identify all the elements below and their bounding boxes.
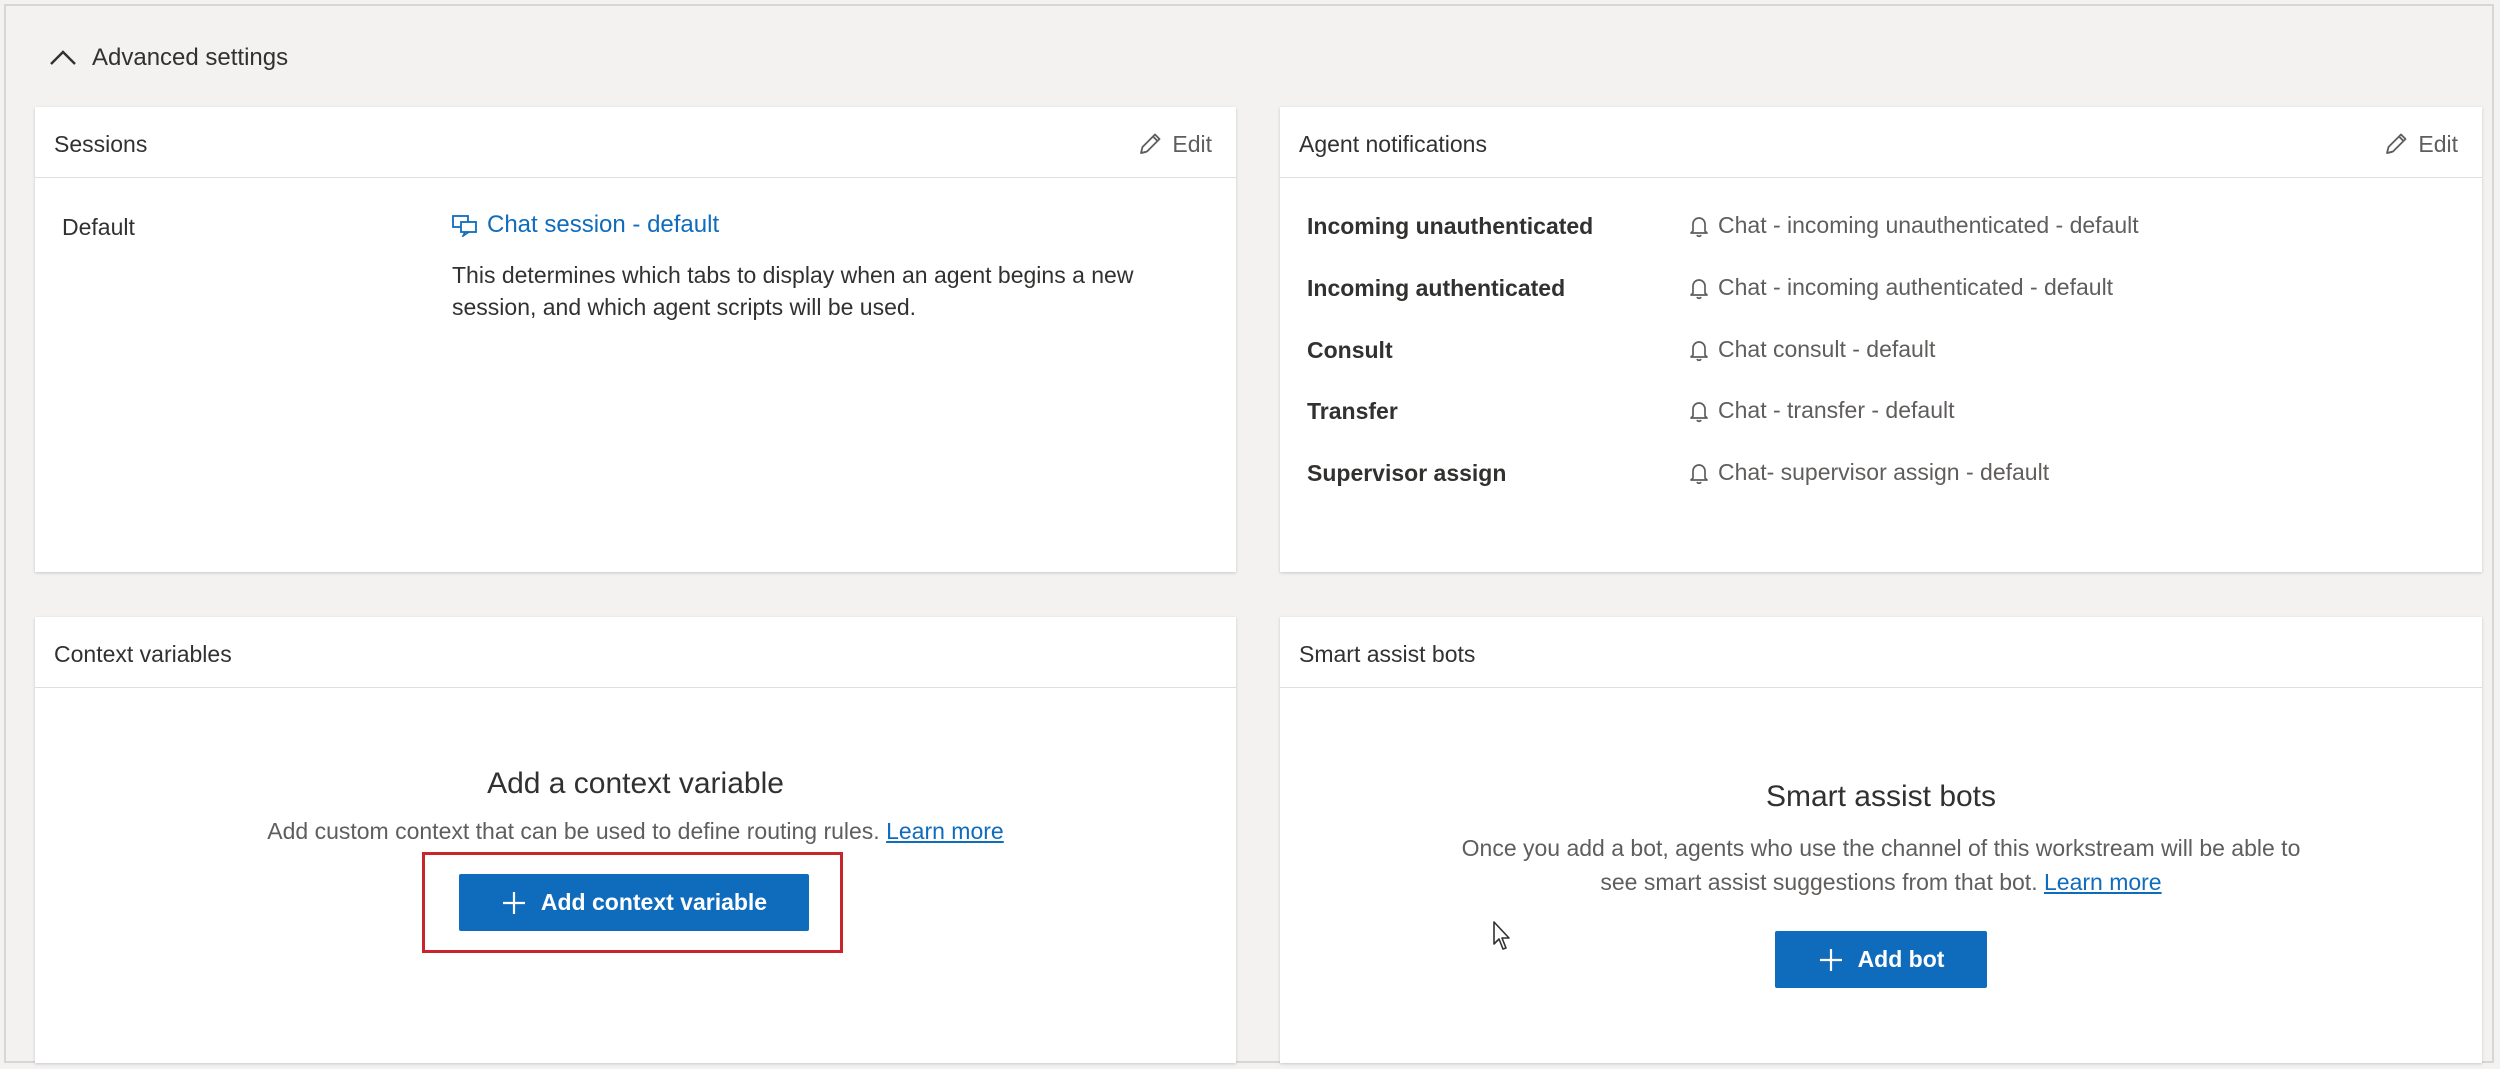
smartbots-learn-more-link[interactable]: Learn more <box>2044 869 2162 895</box>
sessions-card-header: Sessions Edit <box>35 107 1236 178</box>
notification-value-text: Chat - incoming authenticated - default <box>1718 274 2114 300</box>
bell-icon <box>1690 340 1708 361</box>
context-variables-card: Context variables Add a context variable… <box>35 617 1236 1063</box>
chat-session-link[interactable]: Chat session - default <box>451 211 719 239</box>
sessions-card: Sessions Edit Default Chat session - def… <box>35 107 1236 572</box>
notification-row: Incoming authenticated Chat - incoming a… <box>1280 269 2482 309</box>
context-card-header: Context variables <box>35 617 1236 688</box>
context-empty-description: Add custom context that can be used to d… <box>35 814 1236 848</box>
pencil-icon <box>2386 133 2407 154</box>
pencil-icon <box>1140 133 1161 154</box>
smartbots-empty-description: Once you add a bot, agents who use the c… <box>1460 831 2302 899</box>
notification-row: Transfer Chat - transfer - default <box>1280 392 2482 432</box>
sessions-title: Sessions <box>54 131 148 157</box>
notification-row: Consult Chat consult - default <box>1280 331 2482 371</box>
session-row-label: Default <box>62 214 135 240</box>
notification-value[interactable]: Chat - incoming unauthenticated - defaul… <box>1688 212 2139 239</box>
chat-session-icon <box>452 215 477 237</box>
notification-label: Consult <box>1307 337 1393 363</box>
advanced-settings-toggle[interactable]: Advanced settings <box>48 38 288 78</box>
smart-assist-bots-card: Smart assist bots Smart assist bots Once… <box>1280 617 2482 1063</box>
notification-value-text: Chat - incoming unauthenticated - defaul… <box>1718 212 2139 238</box>
notification-label: Incoming authenticated <box>1307 275 1566 301</box>
notification-label: Transfer <box>1307 398 1398 424</box>
notifications-edit-button[interactable]: Edit <box>2382 127 2458 161</box>
bell-icon <box>1690 216 1708 237</box>
notifications-title: Agent notifications <box>1299 131 1487 157</box>
context-title: Context variables <box>54 641 232 667</box>
add-bot-button[interactable]: Add bot <box>1775 931 1987 988</box>
sessions-edit-button[interactable]: Edit <box>1136 127 1212 161</box>
plus-icon <box>502 891 525 914</box>
notification-value[interactable]: Chat consult - default <box>1688 336 1935 363</box>
context-description-text: Add custom context that can be used to d… <box>267 818 880 844</box>
context-learn-more-link[interactable]: Learn more <box>886 818 1004 844</box>
notifications-edit-label: Edit <box>2418 130 2458 157</box>
add-context-variable-label: Add context variable <box>540 889 768 915</box>
chat-session-link-text: Chat session - default <box>487 211 720 238</box>
notification-value-text: Chat - transfer - default <box>1718 397 1955 423</box>
notification-row: Supervisor assign Chat- supervisor assig… <box>1280 454 2482 494</box>
notification-label: Incoming unauthenticated <box>1307 213 1594 239</box>
notification-row: Incoming unauthenticated Chat - incoming… <box>1280 207 2482 247</box>
chevron-up-icon <box>50 50 76 65</box>
plus-icon <box>1819 948 1842 971</box>
notification-value-text: Chat consult - default <box>1718 336 1936 362</box>
sessions-edit-label: Edit <box>1172 130 1212 157</box>
smartbots-empty-title: Smart assist bots <box>1765 780 1997 813</box>
notification-value[interactable]: Chat - incoming authenticated - default <box>1688 274 2113 301</box>
context-empty-title: Add a context variable <box>487 767 784 800</box>
bell-icon <box>1690 401 1708 422</box>
bell-icon <box>1690 278 1708 299</box>
notification-value[interactable]: Chat- supervisor assign - default <box>1688 459 2049 486</box>
notification-label: Supervisor assign <box>1307 460 1507 486</box>
agent-notifications-card: Agent notifications Edit Incoming unauth… <box>1280 107 2482 572</box>
notifications-card-header: Agent notifications Edit <box>1280 107 2482 178</box>
smartbots-card-header: Smart assist bots <box>1280 617 2482 688</box>
add-context-variable-button[interactable]: Add context variable <box>459 874 809 931</box>
add-bot-label: Add bot <box>1857 946 1945 972</box>
smartbots-title: Smart assist bots <box>1299 641 1476 667</box>
notification-value[interactable]: Chat - transfer - default <box>1688 397 1955 424</box>
bell-icon <box>1690 463 1708 484</box>
mouse-cursor-icon <box>1493 921 1510 950</box>
notification-value-text: Chat- supervisor assign - default <box>1718 459 2050 485</box>
smartbots-description-text: Once you add a bot, agents who use the c… <box>1461 835 2301 895</box>
session-description: This determines which tabs to display wh… <box>452 262 1134 320</box>
advanced-settings-label: Advanced settings <box>92 44 289 71</box>
